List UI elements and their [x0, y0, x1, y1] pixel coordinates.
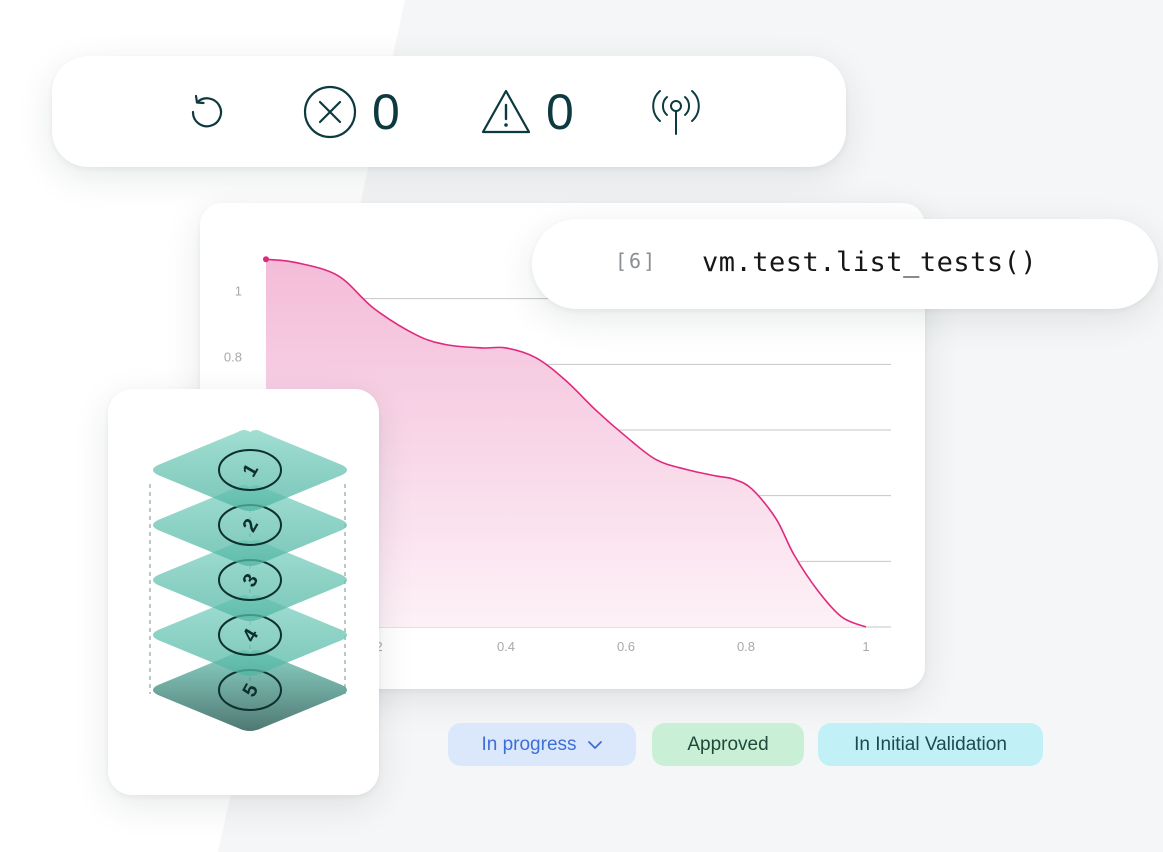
warning-counter[interactable]: 0: [480, 56, 574, 167]
code-text: vm.test.list_tests(): [702, 247, 1038, 278]
layer-stack: 54321: [149, 430, 347, 731]
x-tick-label: 1: [862, 639, 869, 654]
status-pill-approved[interactable]: Approved: [652, 723, 804, 766]
status-pill-initial-validation[interactable]: In Initial Validation: [818, 723, 1043, 766]
broadcast-antenna-icon: [652, 89, 700, 135]
code-cell[interactable]: [6] vm.test.list_tests(): [532, 219, 1158, 309]
error-counter[interactable]: 0: [302, 56, 400, 167]
code-prompt: [6]: [615, 249, 658, 273]
warning-count: 0: [546, 83, 574, 140]
status-pill-in-progress[interactable]: In progress: [448, 723, 636, 766]
series-start-point: [263, 256, 269, 263]
x-tick-label: 0.4: [497, 639, 515, 654]
refresh-button[interactable]: [182, 56, 230, 167]
status-toolbar: 0 0: [52, 56, 846, 167]
warning-triangle-icon: [481, 89, 531, 133]
error-circle-x-icon: [303, 85, 357, 138]
status-pill-initial-validation-label: In Initial Validation: [854, 733, 1007, 755]
x-tick-label: 0.8: [737, 639, 755, 654]
y-tick-label: 0.8: [224, 349, 242, 364]
x-tick-label: 0.6: [617, 639, 635, 654]
error-count: 0: [372, 83, 400, 140]
refresh-icon: [191, 94, 223, 127]
y-tick-label: 1: [235, 284, 242, 299]
broadcast-button[interactable]: [648, 56, 704, 167]
layers-card: 54321: [108, 389, 379, 795]
status-pill-approved-label: Approved: [687, 733, 769, 755]
layer-1: 1: [153, 430, 347, 511]
status-pill-in-progress-label: In progress: [481, 733, 577, 755]
chevron-down-icon: [587, 740, 602, 749]
